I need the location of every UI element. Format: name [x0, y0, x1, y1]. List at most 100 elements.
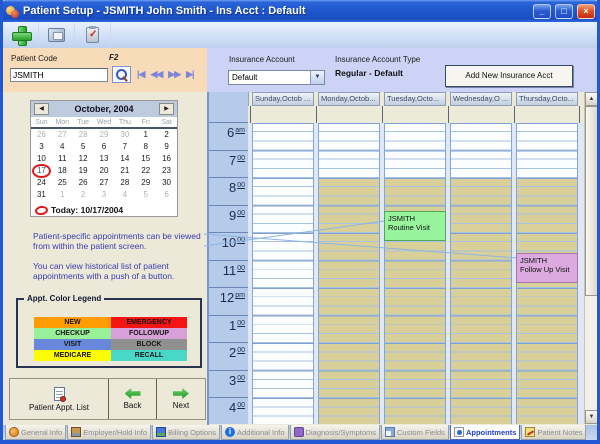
appointment-routine-visit[interactable]: JSMITH Routine Visit — [384, 211, 446, 241]
calendar-date-cell[interactable]: 24 — [31, 177, 52, 189]
calendar-date-cell[interactable]: 6 — [156, 189, 177, 201]
tab-label: Billing Options — [168, 428, 216, 437]
back-button[interactable]: Back — [109, 379, 157, 419]
hour-label: 800 — [209, 177, 248, 205]
calendar-date-cell[interactable]: 2 — [156, 129, 177, 141]
save-button[interactable] — [39, 23, 75, 48]
calendar-date-cell[interactable]: 9 — [156, 141, 177, 153]
maximize-button[interactable]: □ — [555, 4, 573, 19]
next-record-button[interactable]: ▶▶ — [168, 69, 180, 80]
chevron-down-icon[interactable]: ▼ — [310, 71, 324, 84]
insurance-account-select[interactable]: Default ▼ — [228, 70, 325, 85]
day-column[interactable] — [318, 123, 380, 424]
add-patient-button[interactable] — [3, 23, 39, 48]
calendar-prev-button[interactable]: ◀ — [34, 103, 49, 115]
calendar-date-cell[interactable]: 17 — [31, 165, 52, 177]
calendar-date-cell[interactable]: 21 — [114, 165, 135, 177]
day-header: Sunday,Octob ... — [252, 92, 314, 106]
calendar-date-cell[interactable]: 4 — [114, 189, 135, 201]
legend-item: CHECKUP — [34, 328, 111, 339]
tab[interactable]: Custom Fields — [381, 425, 449, 440]
last-record-button[interactable]: ▶| — [186, 69, 193, 80]
tab[interactable]: Additional Info — [221, 425, 289, 440]
calendar-date-cell[interactable]: 1 — [52, 189, 73, 201]
tab-label: Diagnosis/Symptoms — [306, 428, 376, 437]
calendar-date-cell[interactable]: 11 — [52, 153, 73, 165]
calendar-date-cell[interactable]: 27 — [52, 129, 73, 141]
record-navigation: |◀ ◀◀ ▶▶ ▶| — [137, 69, 194, 80]
calendar-date-cell[interactable]: 18 — [52, 165, 73, 177]
schedule-scrollbar[interactable]: ▲ ▼ — [584, 92, 597, 424]
calendar-date-cell[interactable]: 20 — [94, 165, 115, 177]
insurance-type-value: Regular - Default — [335, 68, 403, 78]
calendar-date-cell[interactable]: 4 — [52, 141, 73, 153]
calendar-date-cell[interactable]: 19 — [73, 165, 94, 177]
day-column[interactable] — [450, 123, 512, 424]
patient-search-button[interactable] — [112, 66, 131, 83]
calendar-next-button[interactable]: ▶ — [159, 103, 174, 115]
calendar-date-cell[interactable]: 5 — [135, 189, 156, 201]
calendar-day-name: Wed — [94, 117, 115, 128]
calendar-date-cell[interactable]: 27 — [94, 177, 115, 189]
legend-item: RECALL — [111, 350, 187, 361]
today-circle-icon — [34, 205, 48, 216]
appointment-patient: JSMITH — [388, 214, 445, 223]
toolbar — [3, 22, 597, 48]
calendar-date-cell[interactable]: 26 — [31, 129, 52, 141]
calendar-date-cell[interactable]: 29 — [135, 177, 156, 189]
calendar-date-cell[interactable]: 1 — [135, 129, 156, 141]
minimize-button[interactable]: _ — [533, 4, 551, 19]
calendar-date-cell[interactable]: 14 — [114, 153, 135, 165]
calendar-date-cell[interactable]: 31 — [31, 189, 52, 201]
close-button[interactable]: × — [577, 4, 595, 19]
tab[interactable]: General Info — [5, 425, 66, 440]
calendar-today-row: Today: 10/17/2004 — [35, 205, 123, 215]
calendar-date-cell[interactable]: 28 — [114, 177, 135, 189]
calendar-date-cell[interactable]: 30 — [114, 129, 135, 141]
insurance-panel: Insurance Account Default ▼ Insurance Ac… — [207, 48, 597, 92]
calendar-date-cell[interactable]: 30 — [156, 177, 177, 189]
calendar-date-cell[interactable]: 5 — [73, 141, 94, 153]
calendar-date-cell[interactable]: 7 — [114, 141, 135, 153]
calendar-date-cell[interactable]: 23 — [156, 165, 177, 177]
mini-calendar: ◀ October, 2004 ▶ SunMonTueWedThuFriSat … — [30, 100, 178, 217]
tab[interactable]: Patient Notes — [521, 425, 586, 440]
calendar-date-cell[interactable]: 29 — [94, 129, 115, 141]
tab[interactable]: Diagnosis/Symptoms — [290, 425, 380, 440]
patient-appt-list-button[interactable]: Patient Appt. List — [10, 379, 109, 419]
calendar-date-cell[interactable]: 15 — [135, 153, 156, 165]
calendar-date-cell[interactable]: 12 — [73, 153, 94, 165]
calendar-date-cell[interactable]: 13 — [94, 153, 115, 165]
calendar-date-cell[interactable]: 6 — [94, 141, 115, 153]
appointment-follow-up-visit[interactable]: JSMITH Follow Up Visit — [516, 253, 578, 283]
checklist-button[interactable] — [75, 23, 111, 48]
calendar-date-cell[interactable]: 25 — [52, 177, 73, 189]
calendar-date-cell[interactable]: 26 — [73, 177, 94, 189]
day-column[interactable] — [384, 123, 446, 424]
day-column[interactable] — [252, 123, 314, 424]
next-button[interactable]: Next — [157, 379, 205, 419]
patient-code-input[interactable] — [10, 68, 108, 82]
prev-record-button[interactable]: ◀◀ — [150, 69, 162, 80]
app-icon — [5, 4, 19, 18]
calendar-date-cell[interactable]: 8 — [135, 141, 156, 153]
scroll-up-icon[interactable]: ▲ — [585, 92, 598, 106]
add-insurance-button[interactable]: Add New Insurance Acct — [445, 65, 573, 87]
calendar-day-name: Thu — [114, 117, 135, 128]
calendar-date-cell[interactable]: 3 — [31, 141, 52, 153]
tab[interactable]: Billing Options — [152, 425, 220, 440]
calendar-date-cell[interactable]: 16 — [156, 153, 177, 165]
tab[interactable]: Appointments — [450, 425, 520, 440]
scrollbar-thumb[interactable] — [585, 106, 598, 296]
calendar-date-cell[interactable]: 22 — [135, 165, 156, 177]
calendar-date-cell[interactable]: 3 — [94, 189, 115, 201]
first-record-button[interactable]: |◀ — [137, 69, 144, 80]
info-paragraph-1: Patient-specific appointments can be vie… — [33, 231, 211, 251]
calendar-date-cell[interactable]: 28 — [73, 129, 94, 141]
scroll-down-icon[interactable]: ▼ — [585, 410, 598, 424]
tab[interactable]: Employer/Hold Info — [67, 425, 151, 440]
allday-cell — [448, 106, 514, 123]
calendar-date-cell[interactable]: 2 — [73, 189, 94, 201]
legend-item: FOLLOWUP — [111, 328, 187, 339]
calendar-day-name: Mon — [52, 117, 73, 128]
